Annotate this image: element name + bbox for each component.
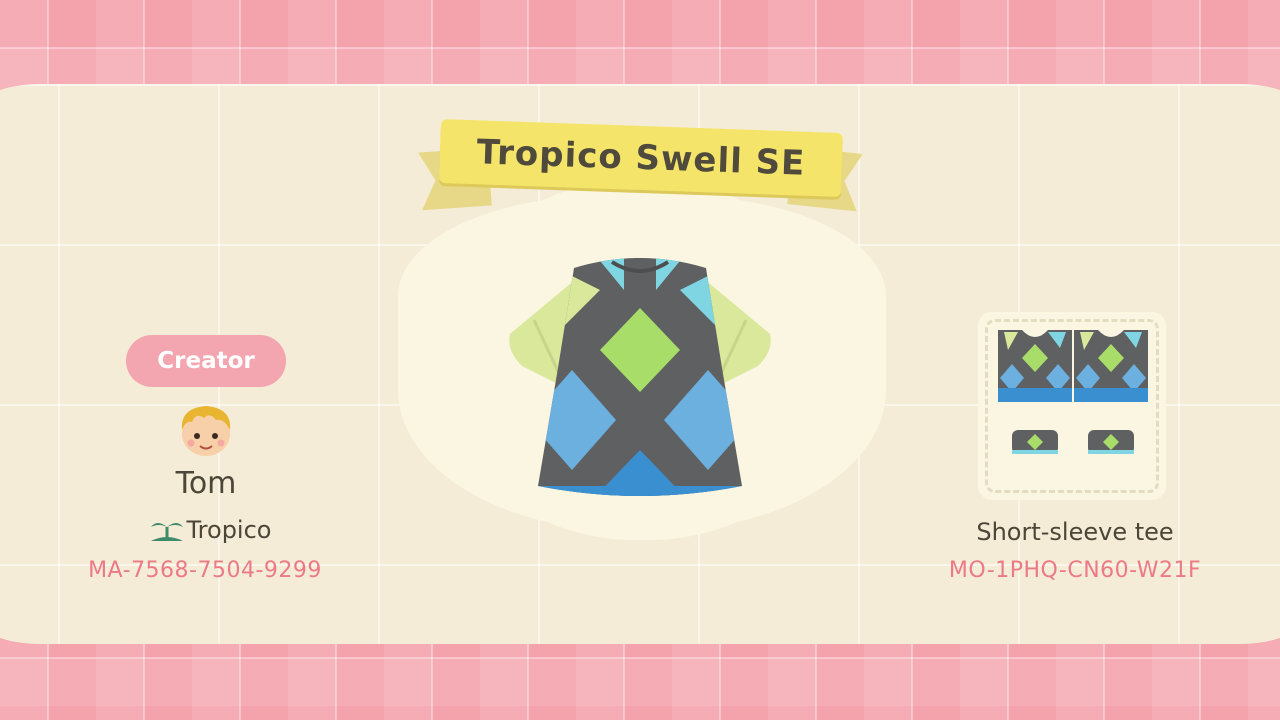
island-name: Tropico xyxy=(186,516,272,544)
creator-id: MA-7568-7504-9299 xyxy=(88,558,322,583)
shirt-preview xyxy=(509,258,771,496)
pattern-layout-preview xyxy=(998,330,1148,454)
creator-name: Tom xyxy=(175,466,237,501)
design-id: MO-1PHQ-CN60-W21F xyxy=(948,558,1202,583)
pattern-layout-card xyxy=(978,312,1166,500)
villager-face-icon xyxy=(181,406,231,456)
palm-tree-icon xyxy=(150,523,183,541)
creator-island: Tropico xyxy=(100,516,320,544)
design-title: Tropico Swell SE xyxy=(476,132,806,184)
item-type: Short-sleeve tee xyxy=(976,518,1174,546)
creator-label: Creator xyxy=(126,335,286,387)
